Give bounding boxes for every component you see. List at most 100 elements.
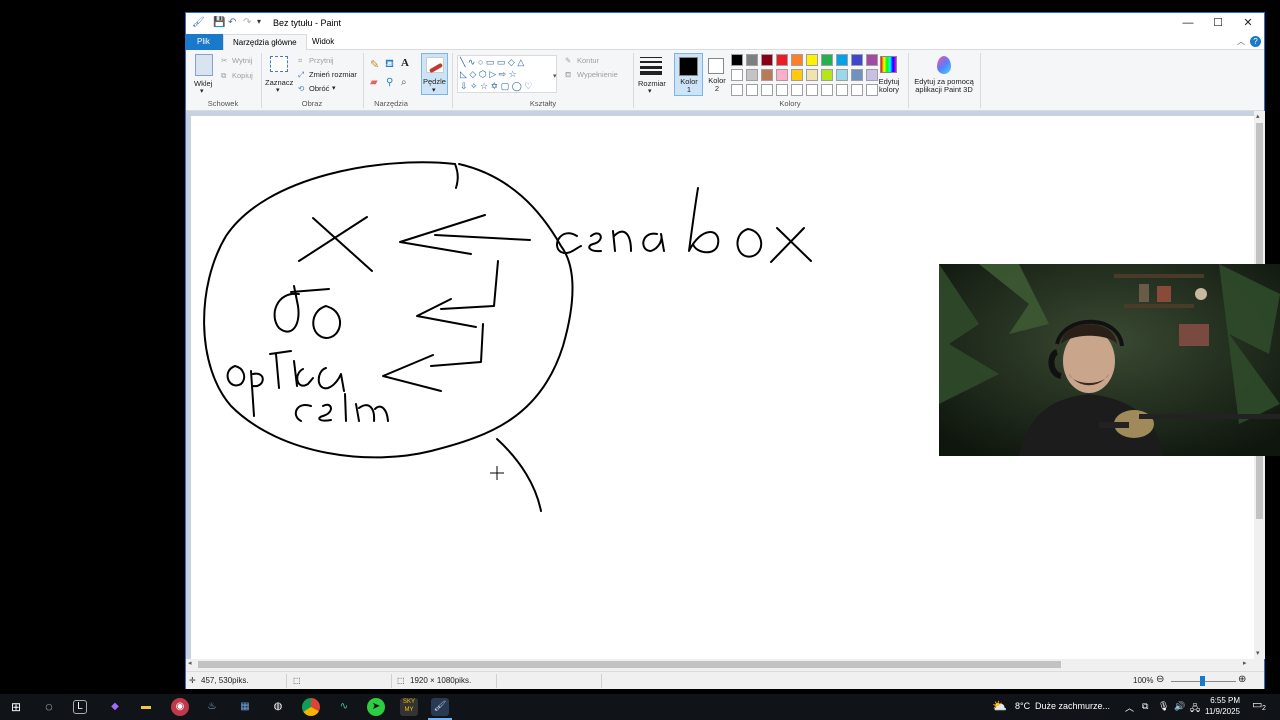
palette-color-swatch[interactable] [836, 54, 848, 66]
crop-button[interactable]: Przytnij [309, 56, 334, 65]
tab-file[interactable]: Plik [186, 34, 223, 50]
minimize-button[interactable]: — [1173, 14, 1203, 33]
paint-taskbar-icon[interactable]: 🖌 [431, 698, 449, 716]
horizontal-scrollbar[interactable]: ◂ ▸ [186, 659, 1254, 670]
palette-color-swatch[interactable] [836, 84, 848, 96]
color-picker-icon[interactable]: ⚲ [386, 77, 393, 88]
shapes-scroll-icon[interactable]: ▾ [553, 72, 557, 80]
eraser-icon[interactable]: ▰ [370, 77, 378, 88]
shapes-gallery[interactable]: ╲∿○▭▭◇△ ◺◇⬡▷⇨☆ ⇩✧☆✡▢◯♡ [457, 55, 557, 93]
palette-color-swatch[interactable] [851, 84, 863, 96]
steam-app-icon[interactable]: ♨ [203, 698, 221, 716]
redo-icon[interactable]: ↷ [243, 17, 251, 28]
tray-app-icon[interactable]: ⧉ [1142, 701, 1148, 712]
size-button[interactable]: Rozmiar [638, 79, 666, 88]
color2-button[interactable]: Kolor 2 [703, 53, 732, 96]
resize-button[interactable]: Zmień rozmiar [309, 70, 357, 79]
palette-color-swatch[interactable] [806, 54, 818, 66]
palette-color-swatch[interactable] [761, 69, 773, 81]
save-icon[interactable]: 💾 [213, 17, 225, 28]
weather-description[interactable]: Duże zachmurze... [1035, 701, 1110, 711]
palette-color-swatch[interactable] [791, 84, 803, 96]
text-tool-icon[interactable]: A [401, 57, 409, 69]
palette-color-swatch[interactable] [791, 54, 803, 66]
palette-color-swatch[interactable] [731, 69, 743, 81]
calendar-app-icon[interactable]: ▦ [236, 698, 254, 716]
volume-icon[interactable]: 🔊 [1174, 701, 1185, 712]
palette-color-swatch[interactable] [776, 84, 788, 96]
palette-color-swatch[interactable] [851, 54, 863, 66]
palette-color-swatch[interactable] [746, 54, 758, 66]
weather-temp[interactable]: 8°C [1015, 701, 1030, 711]
start-windows-icon[interactable]: ⊞ [7, 698, 25, 716]
zoom-out-icon[interactable]: ⊖ [1156, 674, 1164, 685]
zoom-slider-thumb[interactable] [1200, 676, 1205, 686]
scroll-down-icon[interactable]: ▾ [1256, 649, 1260, 657]
collapse-ribbon-icon[interactable]: ︿ [1237, 36, 1245, 47]
palette-color-swatch[interactable] [776, 54, 788, 66]
close-button[interactable]: ✕ [1233, 14, 1263, 33]
scroll-right-icon[interactable]: ▸ [1243, 659, 1247, 667]
copy-button[interactable]: Kopiuj [232, 71, 253, 80]
undo-icon[interactable]: ↶ [228, 17, 236, 28]
edit-colors-button[interactable]: Edytuj kolory [878, 78, 900, 94]
opera-gx-icon[interactable]: ◉ [171, 698, 189, 716]
paint3d-icon[interactable] [937, 56, 951, 74]
pencil-icon[interactable]: ✎ [370, 58, 379, 71]
palette-color-swatch[interactable] [821, 54, 833, 66]
rotate-dropdown-icon[interactable]: ▾ [332, 84, 336, 92]
chrome-app-icon[interactable] [302, 698, 320, 716]
magnifier-icon[interactable]: ⌕ [401, 77, 407, 88]
outline-button[interactable]: Kontur [577, 56, 599, 65]
rotate-button[interactable]: Obróć [309, 84, 329, 93]
palette-color-swatch[interactable] [761, 54, 773, 66]
clock[interactable]: 6:55 PM 11/9/2025 [1205, 695, 1240, 717]
file-explorer-icon[interactable]: ▬ [137, 698, 155, 716]
tab-view[interactable]: Widok [303, 34, 343, 50]
obs-app-icon[interactable]: ◍ [269, 698, 287, 716]
palette-color-swatch[interactable] [821, 84, 833, 96]
palette-color-swatch[interactable] [791, 69, 803, 81]
palette-color-swatch[interactable] [851, 69, 863, 81]
palette-color-swatch[interactable] [746, 84, 758, 96]
palette-color-swatch[interactable] [731, 54, 743, 66]
palette-color-swatch[interactable] [806, 69, 818, 81]
palette-color-swatch[interactable] [836, 69, 848, 81]
paste-dropdown-icon[interactable]: ▾ [200, 87, 204, 95]
horizontal-scroll-thumb[interactable] [198, 661, 1061, 668]
palette-color-swatch[interactable] [866, 84, 878, 96]
palette-color-swatch[interactable] [821, 69, 833, 81]
palette-color-swatch[interactable] [866, 69, 878, 81]
paste-icon[interactable] [195, 54, 213, 76]
select-icon[interactable] [270, 56, 288, 72]
fill-button[interactable]: Wypełnienie [577, 70, 618, 79]
scroll-left-icon[interactable]: ◂ [188, 659, 192, 667]
palette-color-swatch[interactable] [761, 84, 773, 96]
palette-color-swatch[interactable] [731, 84, 743, 96]
edit-colors-icon[interactable] [880, 56, 897, 73]
quick-access-dropdown-icon[interactable]: ▾ [257, 17, 261, 26]
audio-app-icon[interactable]: ∿ [335, 698, 353, 716]
weather-icon[interactable]: ⛅ [992, 699, 1007, 713]
microphone-icon[interactable]: 🎙 [1158, 701, 1169, 712]
help-icon[interactable]: ? [1250, 36, 1261, 47]
terminal-app-icon[interactable]: L [73, 700, 87, 714]
fill-bucket-icon[interactable]: ⛾ [385, 58, 394, 72]
palette-color-swatch[interactable] [806, 84, 818, 96]
palette-color-swatch[interactable] [776, 69, 788, 81]
task-view-icon[interactable]: ◌ [40, 698, 58, 716]
edit-paint3d-button[interactable]: Edytuj za pomocą aplikacji Paint 3D [912, 78, 976, 94]
zoom-in-icon[interactable]: ⊕ [1238, 674, 1246, 685]
brushes-button[interactable]: Pędzle ▾ [421, 53, 448, 95]
scroll-up-icon[interactable]: ▴ [1256, 112, 1260, 120]
notification-icon[interactable]: ▭ [1252, 698, 1262, 711]
size-dropdown-icon[interactable]: ▾ [648, 87, 652, 95]
obsidian-app-icon[interactable]: ◆ [106, 698, 124, 716]
sky-app-icon[interactable]: SKY MY [400, 698, 418, 716]
select-dropdown-icon[interactable]: ▾ [276, 86, 280, 94]
tray-overflow-icon[interactable]: ︿ [1125, 701, 1134, 714]
tab-home[interactable]: Narzędzia główne [223, 34, 307, 51]
launcher-app-icon[interactable]: ➤ [367, 698, 385, 716]
palette-color-swatch[interactable] [866, 54, 878, 66]
cut-button[interactable]: Wytnij [232, 56, 252, 65]
